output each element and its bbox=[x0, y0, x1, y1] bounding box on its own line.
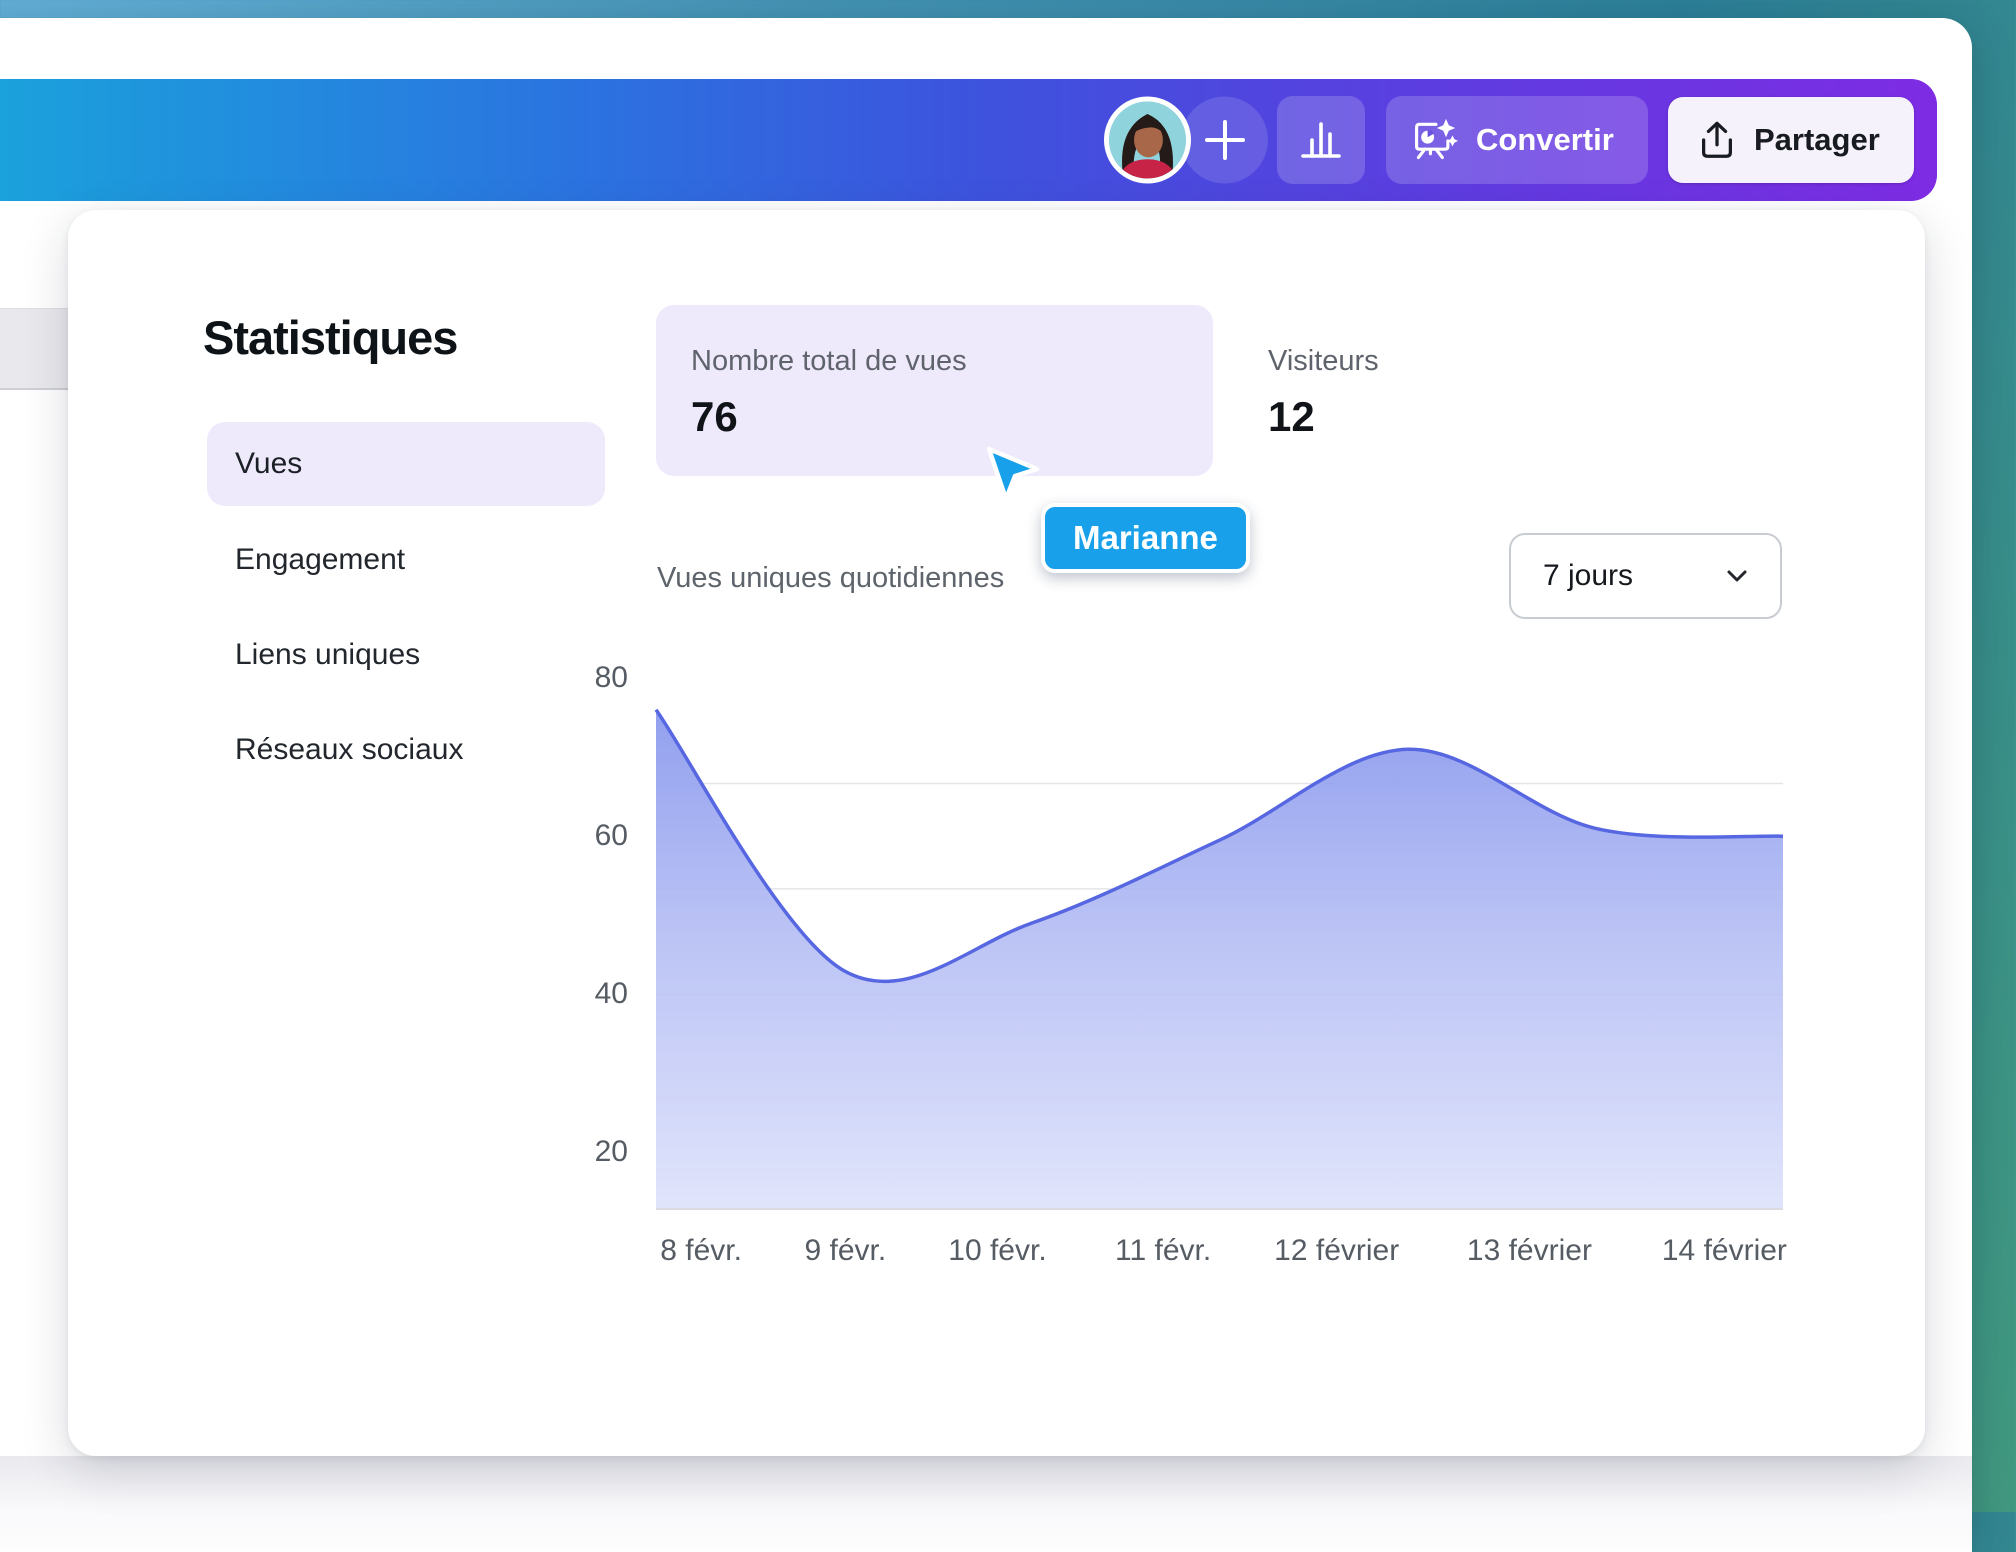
chevron-down-icon bbox=[1722, 561, 1752, 591]
background-page-header bbox=[0, 308, 68, 390]
statistics-button[interactable] bbox=[1277, 96, 1365, 184]
upload-share-icon bbox=[1696, 119, 1738, 161]
daily-views-area-chart: 806040208 févr.9 févr.10 févr.11 févr.12… bbox=[656, 660, 1783, 1210]
x-axis-tick-label: 10 févr. bbox=[948, 1234, 1046, 1268]
avatar[interactable] bbox=[1104, 97, 1191, 184]
total-views-label: Nombre total de vues bbox=[691, 345, 967, 378]
plus-icon bbox=[1199, 114, 1251, 166]
sidebar-item-label: Liens uniques bbox=[207, 638, 420, 672]
y-axis-tick-label: 20 bbox=[478, 1134, 628, 1170]
app-window: Convertir Partager Statistiques Vues Eng… bbox=[0, 18, 1972, 1552]
share-button-label: Partager bbox=[1754, 122, 1880, 158]
sidebar-item-label: Vues bbox=[207, 447, 302, 481]
x-axis-tick-label: 14 février bbox=[1662, 1234, 1787, 1268]
convert-button[interactable]: Convertir bbox=[1386, 96, 1648, 184]
visitors-label: Visiteurs bbox=[1268, 345, 1379, 378]
collaborator-name: Marianne bbox=[1073, 519, 1218, 557]
y-axis-tick-label: 60 bbox=[478, 818, 628, 854]
area-fill bbox=[656, 710, 1783, 1210]
presentation-magic-icon bbox=[1412, 117, 1458, 163]
collaborator-name-tag: Marianne bbox=[1041, 503, 1250, 573]
date-range-dropdown[interactable]: 7 jours bbox=[1509, 533, 1782, 619]
sidebar-item-reseaux-sociaux[interactable]: Réseaux sociaux bbox=[207, 728, 605, 772]
background-page-body bbox=[0, 1456, 1972, 1552]
bar-chart-icon bbox=[1297, 116, 1345, 164]
sidebar-item-label: Engagement bbox=[207, 543, 405, 577]
visitors-value: 12 bbox=[1268, 393, 1315, 441]
add-button[interactable] bbox=[1199, 114, 1251, 166]
statistics-panel: Statistiques Vues Engagement Liens uniqu… bbox=[68, 210, 1925, 1456]
x-axis-tick-label: 9 févr. bbox=[804, 1234, 886, 1268]
sidebar-item-label: Réseaux sociaux bbox=[207, 733, 463, 767]
sidebar-item-engagement[interactable]: Engagement bbox=[207, 538, 605, 582]
y-axis-tick-label: 40 bbox=[478, 976, 628, 1012]
y-axis-tick-label: 80 bbox=[478, 660, 628, 696]
total-views-value: 76 bbox=[691, 393, 738, 441]
chart-title: Vues uniques quotidiennes bbox=[657, 562, 1004, 595]
x-axis-tick-label: 8 févr. bbox=[660, 1234, 742, 1268]
share-button[interactable]: Partager bbox=[1668, 97, 1914, 183]
page-title: Statistiques bbox=[203, 310, 457, 365]
x-axis-tick-label: 13 février bbox=[1467, 1234, 1592, 1268]
sidebar-item-vues[interactable]: Vues bbox=[207, 422, 605, 506]
convert-button-label: Convertir bbox=[1476, 122, 1614, 158]
avatar-portrait bbox=[1109, 102, 1186, 179]
total-views-card: Nombre total de vues 76 bbox=[656, 305, 1213, 476]
date-range-value: 7 jours bbox=[1543, 559, 1633, 593]
top-toolbar: Convertir Partager bbox=[0, 79, 1937, 201]
x-axis-tick-label: 12 février bbox=[1274, 1234, 1399, 1268]
x-axis-tick-label: 11 févr. bbox=[1115, 1234, 1211, 1268]
